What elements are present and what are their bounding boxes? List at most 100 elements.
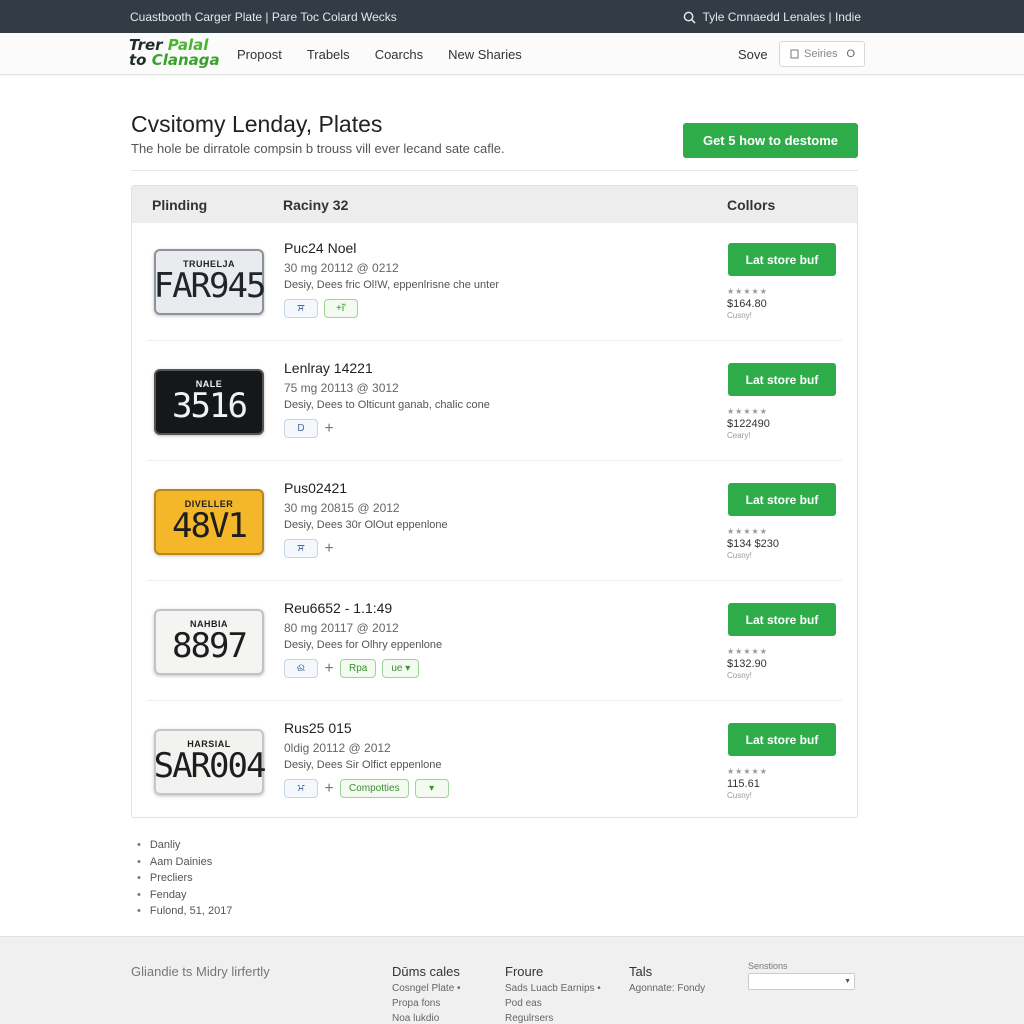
license-plate-image: DIVELLER 48V1 xyxy=(154,489,264,555)
list-item[interactable]: Precliers xyxy=(137,870,232,887)
plate-info: Pus02421 30 mg 20815 @ 2012 Desiy, Dees 30… xyxy=(284,480,448,558)
price-value: $132.90 xyxy=(727,658,767,670)
footer-column-1: Dūms cales Cosngel Plate • Propa fons No… xyxy=(392,964,461,1024)
table-row: DIVELLER 48V1 Pus02421 30 mg 20815 @ 2012 De… xyxy=(147,463,842,581)
top-bar-left-text: Cuastbooth Carger Plate | Pare Toc Colar… xyxy=(130,10,397,24)
rating-stars: ★★★★★ xyxy=(727,767,768,776)
save-link[interactable]: Sove xyxy=(738,47,768,62)
table-row: NALE 3516 Lenlray 14221 75 mg 20113 @ 3012 D… xyxy=(147,343,842,461)
top-bar-right-text[interactable]: Tyle Cmnaedd Lenales | Indie xyxy=(702,10,861,24)
search-input[interactable]: Seiries O xyxy=(779,41,865,67)
plate-description: Desiy, Dees 30r OlOut eppenlone xyxy=(284,519,448,531)
footer-link[interactable]: Propa fons xyxy=(392,996,461,1011)
list-item[interactable]: Danliy xyxy=(137,837,232,854)
price-qty: Cusny! xyxy=(727,551,752,560)
nav-links: Propost Trabels Coarchs New Sharies xyxy=(237,47,522,62)
footer-link[interactable]: Agonnate: Fondy xyxy=(629,981,705,996)
license-plate-image: NALE 3516 xyxy=(154,369,264,435)
price-qty: Cusny! xyxy=(727,791,752,800)
footer-link[interactable]: Sads Luacb Earnips • xyxy=(505,981,601,996)
add-tag-icon[interactable]: + xyxy=(324,779,334,798)
column-header-collors[interactable]: Collors xyxy=(727,197,775,213)
tag-chip[interactable]: Compotties xyxy=(340,779,409,798)
logo-line-2-b: Clanaga xyxy=(151,51,220,69)
footer-column-heading: Froure xyxy=(505,964,544,979)
nav-link-new-sharies[interactable]: New Sharies xyxy=(448,47,522,62)
table-row: HARSIAL SAR004 Rus25 015 0ldig 20112 @ 2012… xyxy=(147,703,842,821)
price-value: $164.80 xyxy=(727,298,767,310)
plate-name[interactable]: Lenlray 14221 xyxy=(284,360,490,376)
plate-tags: D + xyxy=(284,419,490,438)
buy-button[interactable]: Lat store buf xyxy=(728,243,836,276)
column-header-plinding[interactable]: Plinding xyxy=(152,197,207,213)
tag-chip[interactable]: ਮ xyxy=(284,779,318,798)
tag-chip[interactable]: ਸ xyxy=(284,539,318,558)
plate-number: 8897 xyxy=(172,626,248,666)
plate-date: 80 mg 20117 @ 2012 xyxy=(284,621,399,635)
header-divider xyxy=(131,170,858,171)
price-block: ★★★★★ $122490 Ceary! xyxy=(727,406,770,442)
plate-date: 30 mg 20815 @ 2012 xyxy=(284,501,400,515)
plate-number: 3516 xyxy=(172,386,248,426)
add-tag-icon[interactable]: + xyxy=(324,659,334,678)
tag-chip[interactable]: +ǐ' xyxy=(324,299,358,318)
tag-chip[interactable]: Rpa xyxy=(340,659,377,678)
buy-button[interactable]: Lat store buf xyxy=(728,363,836,396)
logo[interactable]: Trer Palal to Clanaga xyxy=(129,38,224,72)
rating-stars: ★★★★★ xyxy=(727,647,768,656)
buy-button[interactable]: Lat store buf xyxy=(728,603,836,636)
plate-name[interactable]: Puc24 Noel xyxy=(284,240,499,256)
footer-link[interactable]: Cosngel Plate • xyxy=(392,981,461,996)
search-icon[interactable] xyxy=(683,11,697,24)
footer-link[interactable]: Pod eas xyxy=(505,996,601,1011)
plate-name[interactable]: Rus25 015 xyxy=(284,720,449,736)
nav-link-propost[interactable]: Propost xyxy=(237,47,282,62)
plate-description: Desiy, Dees to Olticunt ganab, chalic co… xyxy=(284,399,490,411)
buy-button[interactable]: Lat store buf xyxy=(728,723,836,756)
price-qty: Ceary! xyxy=(727,431,751,440)
tag-chip[interactable]: ଈ xyxy=(284,659,318,678)
plate-description: Desiy, Dees for Olhry eppenlone xyxy=(284,639,443,651)
chevron-down-icon: ▼ xyxy=(844,978,851,985)
add-tag-icon[interactable]: + xyxy=(324,419,334,438)
primary-cta-button[interactable]: Get 5 how to destome xyxy=(683,123,858,158)
search-placeholder: Seiries xyxy=(804,48,838,60)
plate-number: FAR945 xyxy=(153,266,267,306)
add-tag-icon[interactable]: + xyxy=(324,539,334,558)
plates-table: Plinding Raciny 32 Collors TRUHELJA FAR94… xyxy=(131,185,858,818)
search-trailing-icon[interactable]: O xyxy=(846,48,855,60)
list-item[interactable]: Fulond, 51, 2017 xyxy=(137,903,233,920)
footer-tagline: Gliandie ts Midry lirfertly xyxy=(131,964,270,979)
footer-select[interactable]: ▼ xyxy=(748,973,855,990)
logo-line-2: to Clanaga xyxy=(129,53,224,68)
tag-chip[interactable]: D xyxy=(284,419,318,438)
nav-link-coarchs[interactable]: Coarchs xyxy=(375,47,423,62)
plate-number: 48V1 xyxy=(172,506,248,546)
tag-chip[interactable]: ▾ xyxy=(414,779,449,798)
footer-link[interactable]: Regulrsers xyxy=(505,1011,601,1024)
plate-date: 30 mg 20112 @ 0212 xyxy=(284,261,399,275)
tag-chip[interactable]: ue ▾ xyxy=(382,659,420,678)
column-header-raciny[interactable]: Raciny 32 xyxy=(283,197,348,213)
plate-tags: ਸ +ǐ' xyxy=(284,299,499,318)
footer: Gliandie ts Midry lirfertly Dūms cales C… xyxy=(0,936,1024,1024)
buy-button[interactable]: Lat store buf xyxy=(728,483,836,516)
rating-stars: ★★★★★ xyxy=(727,287,768,296)
plate-description: Desiy, Dees fric Ol!W, eppenlrisne che u… xyxy=(284,279,499,291)
footer-column-heading: Dūms cales xyxy=(392,964,460,979)
plate-name[interactable]: Pus02421 xyxy=(284,480,448,496)
top-bar-right[interactable]: Tyle Cmnaedd Lenales | Indie xyxy=(683,10,861,24)
price-block: ★★★★★ $134 $230 Cusny! xyxy=(727,526,779,562)
table-row: TRUHELJA FAR945 Puc24 Noel 30 mg 20112 @ 02… xyxy=(147,223,842,341)
price-value: 115.61 xyxy=(727,778,760,790)
plate-info: Lenlray 14221 75 mg 20113 @ 3012 Desiy, De… xyxy=(284,360,490,438)
list-item[interactable]: Fenday xyxy=(137,887,232,904)
nav-link-trabels[interactable]: Trabels xyxy=(307,47,350,62)
logo-line-2-a: to xyxy=(129,51,152,69)
tag-chip[interactable]: ਸ xyxy=(284,299,318,318)
plate-info: Puc24 Noel 30 mg 20112 @ 0212 Desiy, Dees … xyxy=(284,240,499,318)
price-block: ★★★★★ $164.80 Cusny! xyxy=(727,286,768,322)
list-item[interactable]: Aam Dainies xyxy=(137,854,232,871)
footer-link[interactable]: Noa lukdio xyxy=(392,1011,461,1024)
plate-name[interactable]: Reu6652 - 1.1:49 xyxy=(284,600,442,616)
